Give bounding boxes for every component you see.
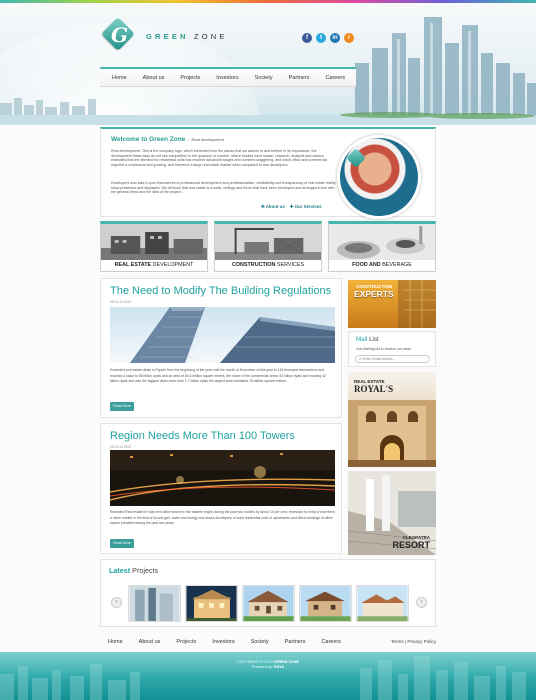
nav-item-projects[interactable]: Projects — [172, 75, 208, 81]
project-thumbnail[interactable] — [185, 585, 238, 622]
news-post-2: Region Needs More Than 100 Towers 09.01.… — [100, 423, 342, 554]
construction-image — [215, 224, 321, 264]
linkedin-icon[interactable]: in — [330, 33, 340, 43]
raya-link[interactable]: RAYA — [274, 665, 284, 669]
footer-legal-links: Terms | Privacy Policy — [391, 639, 436, 644]
social-links: f t in r — [302, 33, 354, 43]
cleopatra-resort-ad[interactable]: CLEOPATRA RESORT — [348, 471, 436, 555]
latest-projects: Latest Projects ‹ › — [100, 559, 436, 627]
powered-by: Powered by: RAYA — [251, 665, 285, 669]
nav-item-careers[interactable]: Careers — [317, 75, 353, 81]
mailing-list-desc: Join Mailing list to receive our news — [356, 347, 412, 351]
project-thumbnail[interactable] — [128, 585, 181, 622]
project-thumbnail[interactable] — [242, 585, 295, 622]
footer-link-projects[interactable]: Projects — [168, 639, 204, 645]
privacy-policy-link[interactable]: Privacy Policy — [407, 639, 436, 644]
email-input[interactable]: ✉ Enter Email Adress... — [355, 355, 430, 363]
mailing-list-box: Mail List Join Mailing list to receive o… — [348, 331, 436, 367]
service-caption: FOOD AND BEVERAGE — [329, 260, 435, 271]
post-excerpt: Exceeded real estate deals in Riyadh fro… — [110, 368, 326, 384]
construction-experts-ad[interactable]: CONSTRUCTION EXPERTS — [348, 280, 436, 328]
read-more-button[interactable]: Read More — [110, 402, 134, 411]
nav-item-partners[interactable]: Partners — [281, 75, 318, 81]
worker-photo-frame — [337, 135, 421, 219]
post-date: 09.01.13 2013 — [110, 300, 132, 304]
logo-letter: G — [111, 23, 129, 47]
post-title[interactable]: The Need to Modify The Building Regulati… — [110, 285, 331, 297]
project-thumbnail[interactable] — [356, 585, 409, 622]
copyright: COPYRIGHT © 2013 GREEN ZONE Powered by: … — [0, 660, 536, 670]
main-nav: Home About us Projects Investors Society Part… — [100, 67, 356, 87]
footer-nav-bar: Home About us Projects Investors Society Part… — [100, 635, 436, 649]
twitter-icon[interactable]: t — [316, 33, 326, 43]
welcome-paragraph-1: Real development .This is the company lo… — [111, 149, 327, 167]
project-thumbnail[interactable] — [299, 585, 352, 622]
logo-wordmark: GREEN ZONE — [146, 32, 228, 41]
about-us-link[interactable]: ✚ About us — [261, 204, 285, 209]
welcome-panel: Welcome to Green Zone ... Real developme… — [100, 127, 436, 219]
service-real-estate[interactable]: REAL ESTATE DEVELOPMENT — [100, 221, 208, 272]
welcome-paragraph-2: Developers who take it upon themselves t… — [111, 181, 336, 194]
news-post-1: The Need to Modify The Building Regulati… — [100, 278, 342, 418]
real-estate-image — [101, 224, 207, 264]
terms-link[interactable]: Terms — [391, 639, 404, 644]
skyline-illustration — [0, 17, 536, 125]
nav-item-home[interactable]: Home — [104, 75, 135, 81]
service-food[interactable]: FOOD AND BEVERAGE — [328, 221, 436, 272]
rss-icon[interactable]: r — [344, 33, 354, 43]
latest-projects-title: Latest Projects — [109, 566, 159, 575]
welcome-links: ✚ About us ✚ Our Services — [261, 204, 322, 210]
welcome-title: Welcome to Green Zone ... Real developme… — [111, 136, 224, 143]
footer-link-home[interactable]: Home — [100, 639, 131, 645]
carousel-next-icon[interactable]: › — [416, 597, 427, 608]
mailing-list-title: Mail List — [356, 336, 379, 343]
nav-item-society[interactable]: Society — [247, 75, 281, 81]
our-services-link[interactable]: ✚ Our Services — [290, 204, 322, 209]
footer-link-investors[interactable]: Investors — [204, 639, 242, 645]
service-caption: CONSTRUCTION SERVICES — [215, 260, 321, 271]
post-image-night-road — [110, 450, 335, 506]
ad-line-2: RESORT — [392, 540, 430, 550]
post-excerpt: Revealed Real estate for high-rent offic… — [110, 510, 335, 526]
service-construction[interactable]: CONSTRUCTION SERVICES — [214, 221, 322, 272]
mail-icon: ✉ — [359, 357, 362, 361]
footer-nav: Home About us Projects Investors Society Part… — [100, 635, 349, 649]
carousel-prev-icon[interactable]: ‹ — [111, 597, 122, 608]
service-caption: REAL ESTATE DEVELOPMENT — [101, 260, 207, 271]
header-banner: G GREEN ZONE f t in r — [0, 3, 536, 125]
read-more-button[interactable]: Read More — [110, 539, 134, 548]
royals-ad[interactable]: REAL ESTATE ROYAL'S — [348, 372, 436, 467]
ad-line-2: ROYAL'S — [354, 384, 394, 394]
ad-line-2: EXPERTS — [354, 289, 394, 299]
site-logo[interactable]: G GREEN ZONE — [101, 17, 242, 54]
footer-link-partners[interactable]: Partners — [277, 639, 314, 645]
post-date: 09.01.13 2013 — [110, 445, 132, 449]
footer-link-about-us[interactable]: About us — [131, 639, 169, 645]
nav-item-investors[interactable]: Investors — [208, 75, 246, 81]
food-image — [329, 224, 435, 264]
footer-link-careers[interactable]: Careers — [313, 639, 349, 645]
post-image-towers — [110, 307, 335, 363]
facebook-icon[interactable]: f — [302, 33, 312, 43]
nav-item-about-us[interactable]: About us — [135, 75, 173, 81]
post-title[interactable]: Region Needs More Than 100 Towers — [110, 430, 295, 442]
footer-link-society[interactable]: Society — [243, 639, 277, 645]
